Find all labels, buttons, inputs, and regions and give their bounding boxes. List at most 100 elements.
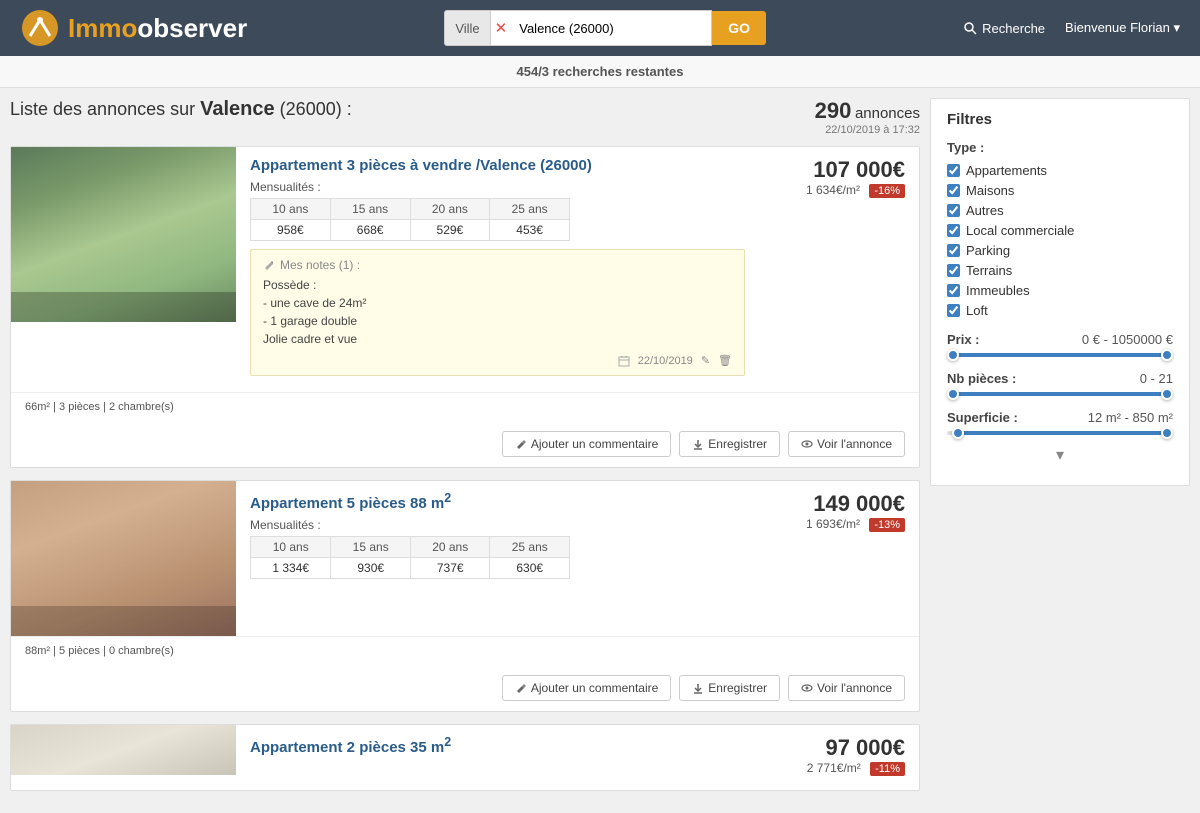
logo-text: Immoobserver [68, 13, 247, 44]
filter-checkbox-autres[interactable] [947, 204, 960, 217]
header-nav: Recherche Bienvenue Florian ▾ [963, 20, 1180, 36]
nav-user[interactable]: Bienvenue Florian ▾ [1065, 20, 1180, 36]
scroll-down-icon[interactable]: ▾ [947, 437, 1173, 473]
count-number: 290 [815, 98, 852, 123]
edit-icon[interactable]: ✎ [701, 354, 710, 367]
listing-image [11, 481, 236, 636]
filter-superficie-label: Superficie : [947, 410, 1018, 425]
title-prefix: Liste des annonces sur [10, 99, 195, 119]
listing-image [11, 725, 236, 775]
filter-checkbox-label: Appartements [966, 163, 1047, 178]
price-per-m2: 2 771€/m² -11% [773, 761, 905, 776]
notes-date: 22/10/2019 [638, 355, 693, 367]
view-listing-button[interactable]: Voir l'annonce [788, 675, 905, 701]
listing-bottom: 66m² | 3 pièces | 2 chambre(s) [11, 392, 919, 425]
price-m2-value: 2 771€/m² [807, 761, 861, 775]
listing-price: 149 000€ [773, 491, 905, 517]
price-m2-value: 1 693€/m² [806, 517, 860, 531]
search-input[interactable] [511, 11, 711, 45]
listing-card: Appartement 3 pièces à vendre /Valence (… [10, 146, 920, 468]
table-header: 10 ans [251, 537, 331, 558]
notes-footer: 22/10/2019 ✎ 🗑 [263, 354, 732, 367]
listing-title[interactable]: Appartement 3 pièces à vendre /Valence (… [250, 157, 745, 174]
pencil-icon [515, 682, 527, 694]
add-comment-button[interactable]: Ajouter un commentaire [502, 675, 671, 701]
table-header: 25 ans [490, 537, 570, 558]
filter-checkbox-label: Maisons [966, 183, 1014, 198]
filter-title: Filtres [947, 111, 1173, 128]
filter-price-value: 0 € - 1050000 € [1082, 332, 1173, 347]
table-header: 20 ans [410, 199, 490, 220]
filter-checkbox-immeubles[interactable] [947, 284, 960, 297]
price-per-m2: 1 693€/m² -13% [773, 517, 905, 532]
view-listing-label: Voir l'annonce [817, 681, 892, 695]
pieces-range-min-thumb[interactable] [947, 388, 959, 400]
filter-pieces-section: Nb pièces : 0 - 21 [947, 371, 1173, 396]
filter-superficie-value: 12 m² - 850 m² [1088, 410, 1173, 425]
table-header: 20 ans [410, 537, 490, 558]
listing-price: 107 000€ [773, 157, 905, 183]
city-code: (26000) : [280, 99, 352, 119]
logo-immo: Immo [68, 13, 137, 43]
listing-meta: 88m² | 5 pièces | 0 chambre(s) [25, 641, 905, 661]
filter-checkbox-item: Maisons [947, 183, 1173, 198]
filter-checkbox-local[interactable] [947, 224, 960, 237]
listing-meta: 66m² | 3 pièces | 2 chambre(s) [25, 397, 905, 417]
table-cell: 1 334€ [251, 558, 331, 579]
logo-observer: observer [137, 13, 247, 43]
save-button[interactable]: Enregistrer [679, 675, 780, 701]
superficie-range-min-thumb[interactable] [952, 427, 964, 439]
pieces-range-max-thumb[interactable] [1161, 388, 1173, 400]
ville-label: Ville [445, 11, 490, 45]
header: Immoobserver Ville ✕ GO Recherche Bienve… [0, 0, 1200, 56]
price-per-m2: 1 634€/m² -16% [773, 183, 905, 198]
filter-checkbox-label: Local commerciale [966, 223, 1074, 238]
price-range-max-thumb[interactable] [1161, 349, 1173, 361]
save-button[interactable]: Enregistrer [679, 431, 780, 457]
count-label: annonces [855, 105, 920, 122]
listing-price: 97 000€ [773, 735, 905, 761]
filter-box: Filtres Type : Appartements Maisons Autr… [930, 98, 1190, 486]
filter-checkbox-parking[interactable] [947, 244, 960, 257]
listing-title[interactable]: Appartement 2 pièces 35 m2 [250, 735, 745, 756]
price-range-slider[interactable] [947, 353, 1173, 357]
page-title-area: Liste des annonces sur Valence (26000) :… [10, 98, 920, 136]
superficie-range-max-thumb[interactable] [1161, 427, 1173, 439]
notes-header: Mes notes (1) : [263, 258, 732, 272]
filter-checkbox-loft[interactable] [947, 304, 960, 317]
filter-checkbox-item: Autres [947, 203, 1173, 218]
view-listing-button[interactable]: Voir l'annonce [788, 431, 905, 457]
price-range-min-thumb[interactable] [947, 349, 959, 361]
discount-badge: -11% [870, 762, 905, 776]
add-comment-button[interactable]: Ajouter un commentaire [502, 431, 671, 457]
filter-price-section: Prix : 0 € - 1050000 € [947, 332, 1173, 357]
mensualites-label: Mensualités : [250, 180, 745, 194]
nav-user-label: Bienvenue Florian [1065, 20, 1170, 35]
filter-checkbox-label: Autres [966, 203, 1004, 218]
search-bar: Ville ✕ GO [444, 10, 766, 46]
filter-checkbox-label: Immeubles [966, 283, 1030, 298]
listing-bottom: 88m² | 5 pièces | 0 chambre(s) [11, 636, 919, 669]
download-icon [692, 682, 704, 694]
listing-title[interactable]: Appartement 5 pièces 88 m2 [250, 491, 745, 512]
table-cell: 668€ [330, 220, 410, 241]
go-button[interactable]: GO [712, 11, 766, 45]
filter-checkbox-label: Parking [966, 243, 1010, 258]
superficie-range-slider[interactable] [947, 431, 1173, 435]
delete-icon[interactable]: 🗑 [718, 354, 732, 367]
table-cell: 930€ [331, 558, 411, 579]
filter-checkbox-item: Terrains [947, 263, 1173, 278]
search-remaining-label: recherches restantes [553, 64, 684, 79]
pencil-icon [263, 259, 275, 271]
filter-checkbox-maisons[interactable] [947, 184, 960, 197]
filter-checkbox-appartements[interactable] [947, 164, 960, 177]
main-layout: Liste des annonces sur Valence (26000) :… [0, 88, 1200, 813]
search-clear-icon[interactable]: ✕ [491, 19, 512, 37]
logo: Immoobserver [20, 8, 247, 48]
nav-recherche[interactable]: Recherche [963, 21, 1045, 36]
table-cell: 453€ [490, 220, 570, 241]
notes-area: Mes notes (1) : Possède :- une cave de 2… [250, 249, 745, 376]
filter-checkbox-terrains[interactable] [947, 264, 960, 277]
annonces-count-area: 290 annonces 22/10/2019 à 17:32 [815, 98, 920, 136]
pieces-range-slider[interactable] [947, 392, 1173, 396]
